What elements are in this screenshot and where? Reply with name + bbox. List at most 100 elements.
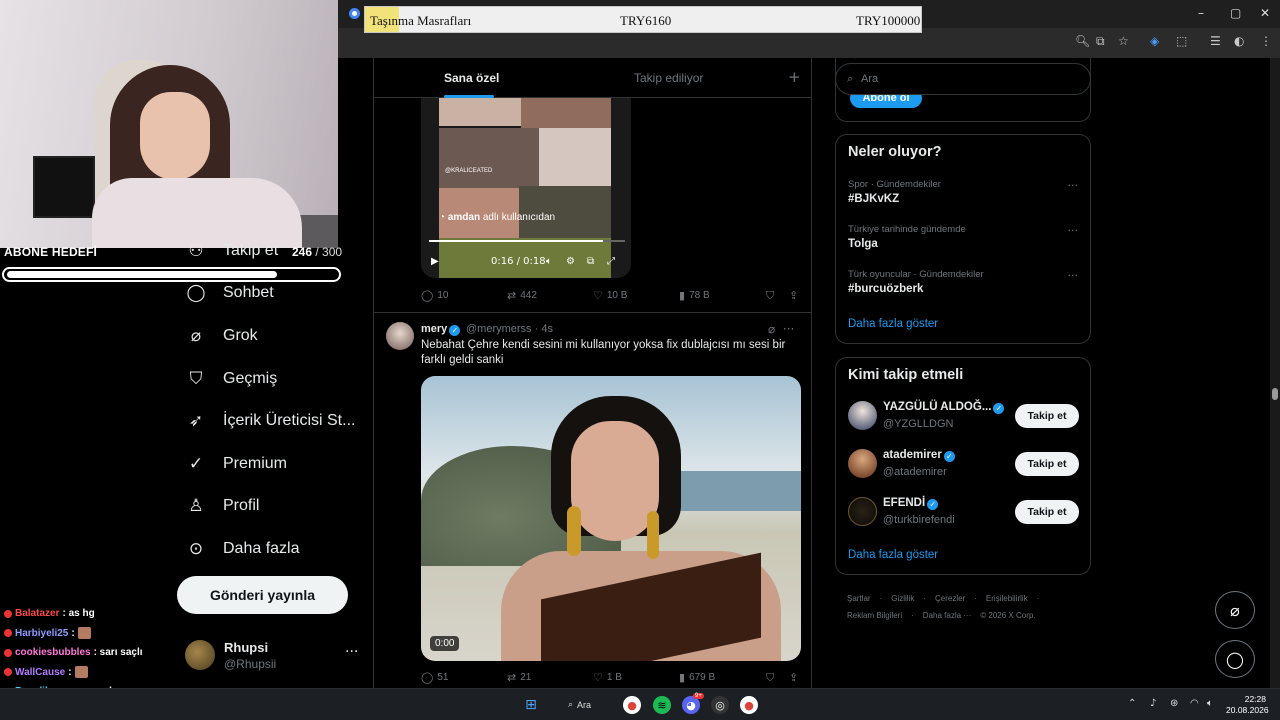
follow-button[interactable]: Takip et: [1015, 500, 1079, 524]
fullscreen-icon[interactable]: ⤢: [607, 256, 615, 267]
nav-follow[interactable]: ⚇ Takip et: [185, 236, 278, 266]
expense-goal: TRY100000: [856, 13, 921, 28]
install-icon[interactable]: ⧉: [1096, 34, 1105, 49]
chat-username[interactable]: cookiesbubbles: [15, 647, 91, 658]
chrome-icon[interactable]: ●: [740, 696, 758, 714]
post-time[interactable]: · 4s: [535, 323, 553, 335]
spotify-icon[interactable]: ≋: [653, 696, 671, 714]
grok-icon[interactable]: ⌀: [768, 322, 775, 336]
windows-start-icon[interactable]: ⊞: [522, 696, 540, 714]
post-video[interactable]: @KRALICEATED ◔ amdan adlı kullanıcıdan ▶…: [421, 98, 631, 278]
settings-icon[interactable]: ⚙: [566, 256, 575, 267]
grok-float-button[interactable]: ⌀: [1215, 591, 1255, 629]
share-button[interactable]: ⇪: [789, 671, 798, 684]
footer-separator: ·: [879, 594, 883, 603]
nav-bookmarks[interactable]: ⛉ Geçmiş: [185, 364, 278, 394]
show-more-link[interactable]: Daha fazla göster: [848, 318, 938, 330]
follow-suggestion[interactable]: YAZGÜLÜ ALDOĞ... ✓ @YZGLLDGN Takip et: [848, 400, 1080, 434]
avatar[interactable]: [386, 322, 414, 350]
reply-button[interactable]: ◯ 10: [421, 289, 448, 302]
footer-link[interactable]: Daha fazla ···: [923, 611, 971, 620]
trend-item[interactable]: Türk oyuncular · Gündemdekiler #burcuözb…: [848, 269, 1080, 301]
share-button[interactable]: ⇪: [789, 289, 798, 302]
views-button[interactable]: ▮ 78 B: [679, 289, 710, 302]
star-icon[interactable]: ☆: [1118, 34, 1129, 48]
obs-icon[interactable]: ◎: [711, 696, 729, 714]
trend-item[interactable]: Türkiye tarihinde gündemde Tolga ···: [848, 224, 1080, 256]
extensions-puzzle-icon[interactable]: ⬚: [1176, 34, 1187, 48]
post-video[interactable]: 0:00: [421, 376, 801, 661]
follow-button[interactable]: Takip et: [1015, 452, 1079, 476]
tab-for-you[interactable]: Sana özel: [444, 71, 499, 85]
follow-button[interactable]: Takip et: [1015, 404, 1079, 428]
taskbar-search[interactable]: ⌕ Ara: [560, 695, 604, 715]
repost-button[interactable]: ⇄ 442: [507, 289, 537, 302]
scrollbar[interactable]: [1270, 58, 1280, 688]
clock[interactable]: 22:28 20.08.2026: [1226, 694, 1269, 716]
nav-chat[interactable]: ◯ Sohbet: [185, 278, 273, 308]
avatar[interactable]: ◐: [1234, 34, 1244, 48]
tab-following[interactable]: Takip ediliyor: [634, 71, 703, 85]
play-icon[interactable]: ▶: [431, 256, 439, 267]
follow-handle: @YZGLLDGN: [883, 418, 954, 430]
video-source-user: amdan: [447, 212, 481, 223]
pip-icon[interactable]: ⧉: [587, 256, 594, 267]
follow-suggestion[interactable]: EFENDİ ✓ @turkbirefendi Takip et: [848, 496, 1080, 530]
bookmark-button[interactable]: ⛉: [766, 289, 774, 303]
chat-username[interactable]: WallCause: [15, 667, 65, 678]
zoom-icon[interactable]: 🔍︎: [1075, 34, 1090, 48]
goal-count: 246 / 300: [292, 245, 342, 259]
nav-creator-studio[interactable]: ➶ İçerik Üreticisi St...: [185, 406, 356, 436]
like-button[interactable]: ♡ 10 B: [593, 289, 627, 302]
media-icon[interactable]: ☰: [1210, 34, 1221, 48]
account-switcher[interactable]: Rhupsi @Rhupsii ···: [185, 638, 365, 674]
network-icon[interactable]: ⊛: [1170, 698, 1178, 709]
scrollbar-thumb[interactable]: [1272, 388, 1278, 400]
footer-link[interactable]: Çerezler: [935, 594, 965, 603]
video-progress-bar[interactable]: [429, 240, 625, 242]
nav-premium[interactable]: ✓ Premium: [185, 449, 287, 479]
post-button[interactable]: Gönderi yayınla: [177, 576, 348, 614]
views-button[interactable]: ▮ 679 B: [679, 671, 715, 684]
close-icon[interactable]: ✕: [1260, 6, 1270, 20]
webcam-feed: [0, 0, 338, 248]
more-icon[interactable]: ···: [1068, 179, 1079, 192]
bookmark-button[interactable]: ⛉: [766, 671, 774, 685]
nav-more[interactable]: ⊙ Daha fazla: [185, 534, 300, 564]
wifi-icon[interactable]: ◠: [1190, 698, 1199, 709]
video-controls: ▶ 0:16 / 0:18 🔈︎ ⚙ ⧉ ⤢: [421, 256, 631, 270]
chat-username[interactable]: Harbiyeli25: [15, 628, 68, 639]
microphone-icon[interactable]: ♪: [1150, 698, 1156, 709]
maximize-icon[interactable]: ▢: [1230, 6, 1241, 20]
chrome-icon[interactable]: ●: [623, 696, 641, 714]
post-author[interactable]: mery ✓: [421, 323, 461, 336]
nav-profile[interactable]: ♙ Profil: [185, 491, 259, 521]
follow-suggestion[interactable]: atademirer ✓ @atademirer Takip et: [848, 448, 1080, 482]
extension-icon[interactable]: ◈: [1150, 34, 1159, 48]
add-tab-icon[interactable]: +: [788, 68, 801, 86]
nav-grok[interactable]: ⌀ Grok: [185, 321, 258, 351]
minimize-icon[interactable]: –: [1198, 6, 1204, 20]
author-handle[interactable]: @merymerss: [466, 323, 532, 335]
footer-link[interactable]: Gizlilik: [891, 594, 914, 603]
kebab-menu-icon[interactable]: ⋮: [1260, 34, 1272, 48]
footer-link[interactable]: Şartlar: [847, 594, 871, 603]
like-button[interactable]: ♡ 1 B: [593, 671, 622, 684]
chevron-up-icon[interactable]: ⌃: [1128, 698, 1136, 709]
more-icon[interactable]: ···: [345, 644, 358, 660]
trend-item[interactable]: Spor · Gündemdekiler #BJKvKZ ···: [848, 179, 1080, 211]
search-input[interactable]: ⌕ Ara: [835, 63, 1091, 95]
more-icon[interactable]: ···: [1068, 224, 1079, 237]
repost-button[interactable]: ⇄ 21: [507, 671, 531, 684]
footer-link[interactable]: Erişilebilirlik: [986, 594, 1028, 603]
show-more-link[interactable]: Daha fazla göster: [848, 549, 938, 561]
speaker-icon[interactable]: 🔈︎: [1207, 698, 1213, 709]
more-icon[interactable]: ···: [783, 322, 794, 336]
browser-tab-icon[interactable]: [349, 8, 360, 19]
footer-link[interactable]: Reklam Bilgileri: [847, 611, 902, 620]
messages-float-button[interactable]: ◯: [1215, 640, 1255, 678]
reply-button[interactable]: ◯ 51: [421, 671, 448, 684]
volume-icon[interactable]: 🔈︎: [546, 256, 552, 267]
more-icon[interactable]: ···: [1068, 269, 1079, 282]
chat-username[interactable]: Balatazer: [15, 608, 59, 619]
